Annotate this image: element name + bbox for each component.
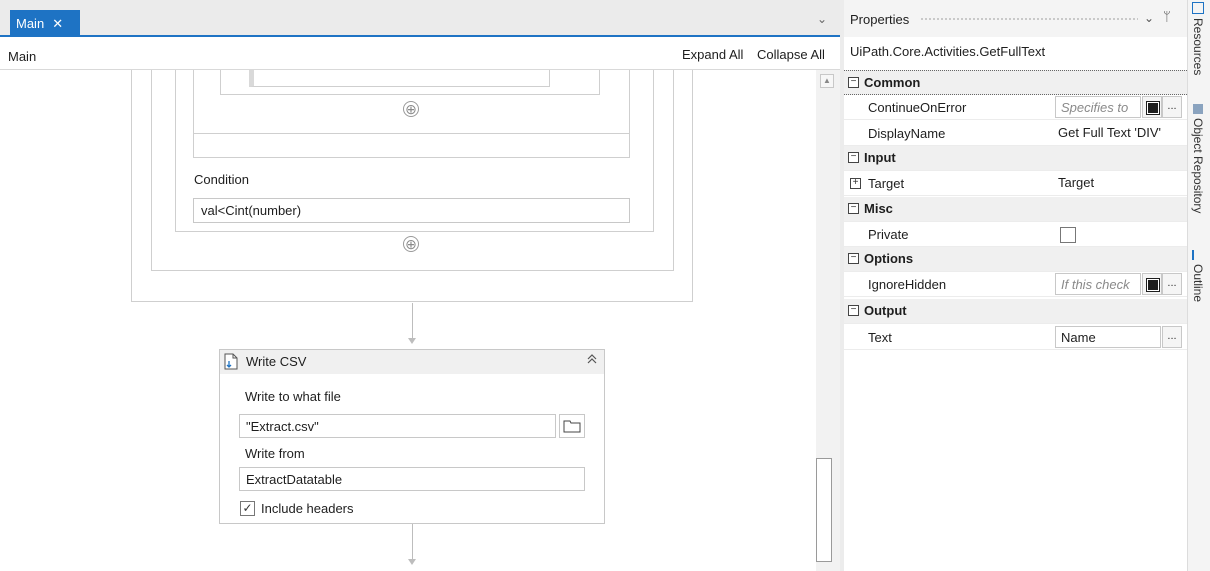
- tab-resources-label: Resources: [1191, 18, 1205, 76]
- property-row-private[interactable]: Private: [844, 222, 1187, 247]
- collapse-icon[interactable]: −: [848, 77, 859, 88]
- plus-icon: ⊕: [405, 101, 417, 117]
- arrow-down-icon: [408, 559, 416, 565]
- collapse-icon[interactable]: −: [848, 203, 859, 214]
- property-name: Text: [868, 330, 892, 345]
- category-input[interactable]: − Input: [844, 146, 1187, 171]
- condition-input[interactable]: val<Cint(number): [193, 198, 630, 223]
- flow-connector: [412, 524, 413, 560]
- close-icon[interactable]: ✕: [52, 16, 63, 31]
- tab-main-label: Main: [16, 16, 45, 31]
- category-label: Common: [864, 75, 921, 90]
- folder-icon: [563, 420, 581, 433]
- property-name: IgnoreHidden: [868, 277, 947, 292]
- expand-all-button[interactable]: Expand All: [682, 47, 743, 62]
- property-name: DisplayName: [868, 126, 946, 141]
- include-headers-label: Include headers: [261, 501, 354, 516]
- tab-outline-label: Outline: [1191, 264, 1205, 303]
- property-row-displayname[interactable]: DisplayName Get Full Text 'DIV': [844, 121, 1187, 146]
- property-name: ContinueOnError: [868, 100, 967, 115]
- category-common[interactable]: − Common: [844, 70, 1187, 95]
- category-label: Input: [864, 150, 896, 165]
- scrollbar-thumb[interactable]: [816, 458, 832, 562]
- resources-icon: [1192, 2, 1204, 14]
- add-activity-icon[interactable]: ⊕: [403, 236, 419, 252]
- add-activity-icon[interactable]: ⊕: [403, 101, 419, 117]
- variable-toggle-button[interactable]: [1142, 273, 1162, 295]
- ellipsis-button[interactable]: ...: [1162, 96, 1182, 118]
- ellipsis-button[interactable]: ...: [1162, 326, 1182, 348]
- properties-title: Properties: [850, 12, 910, 27]
- tab-object-repository[interactable]: Object Repository: [1191, 104, 1205, 213]
- property-name: Private: [868, 227, 909, 242]
- collapse-icon[interactable]: −: [848, 152, 859, 163]
- datatable-input[interactable]: ExtractDatatable: [239, 467, 585, 491]
- category-label: Misc: [864, 201, 893, 216]
- collapse-all-button[interactable]: Collapse All: [757, 47, 825, 62]
- property-name: Target: [868, 176, 905, 191]
- file-path-input[interactable]: "Extract.csv": [239, 414, 556, 438]
- property-row-ignorehidden[interactable]: IgnoreHidden If this check ...: [844, 272, 1187, 297]
- include-headers-checkbox[interactable]: ✓: [240, 501, 255, 516]
- target-value[interactable]: Target: [1058, 175, 1094, 190]
- ignorehidden-input[interactable]: If this check: [1055, 273, 1141, 295]
- tab-resources[interactable]: Resources: [1191, 2, 1205, 75]
- pin-icon[interactable]: ᛘ: [1163, 9, 1171, 24]
- displayname-value[interactable]: Get Full Text 'DIV': [1058, 125, 1161, 140]
- expand-icon[interactable]: +: [850, 178, 861, 189]
- flow-connector: [412, 303, 413, 339]
- write-from-label: Write from: [245, 446, 305, 461]
- chevron-down-icon[interactable]: ⌄: [1144, 11, 1154, 25]
- plus-icon: ⊕: [405, 236, 417, 252]
- collapse-icon[interactable]: −: [848, 253, 859, 264]
- category-misc[interactable]: − Misc: [844, 197, 1187, 222]
- drag-grip[interactable]: [920, 17, 1138, 21]
- activity-field[interactable]: [249, 70, 550, 87]
- continueonerror-input[interactable]: Specifies to: [1055, 96, 1141, 118]
- object-repository-icon: [1193, 104, 1203, 114]
- category-label: Output: [864, 303, 907, 318]
- collapse-icon[interactable]: −: [848, 305, 859, 316]
- write-to-file-label: Write to what file: [245, 389, 341, 404]
- private-checkbox[interactable]: [1060, 227, 1076, 243]
- category-label: Options: [864, 251, 914, 266]
- tab-outline[interactable]: Outline: [1191, 250, 1205, 302]
- category-options[interactable]: − Options: [844, 247, 1187, 272]
- property-row-target[interactable]: + Target Target: [844, 171, 1187, 196]
- tab-main[interactable]: Main ✕: [10, 10, 80, 37]
- scroll-up-arrow-icon[interactable]: ▲: [820, 74, 834, 88]
- tab-list-dropdown-icon[interactable]: ⌄: [817, 12, 831, 26]
- write-csv-title: Write CSV: [246, 354, 307, 369]
- property-row-continueonerror[interactable]: ContinueOnError Specifies to ...: [844, 95, 1187, 120]
- write-csv-icon: [223, 353, 239, 370]
- tab-object-repository-label: Object Repository: [1191, 118, 1205, 214]
- text-output-input[interactable]: Name: [1055, 326, 1161, 348]
- variable-toggle-button[interactable]: [1142, 96, 1162, 118]
- designer-tab-strip: [0, 0, 840, 37]
- condition-label: Condition: [194, 172, 249, 187]
- ellipsis-button[interactable]: ...: [1162, 273, 1182, 295]
- arrow-down-icon: [408, 338, 416, 344]
- category-output[interactable]: − Output: [844, 299, 1187, 324]
- breadcrumb[interactable]: Main: [8, 49, 36, 64]
- outline-icon: [1192, 250, 1204, 260]
- browse-folder-button[interactable]: [559, 414, 585, 438]
- chevron-up-double-icon[interactable]: [586, 353, 598, 368]
- property-row-text[interactable]: Text Name ...: [844, 325, 1187, 350]
- activity-type-name: UiPath.Core.Activities.GetFullText: [850, 44, 1046, 59]
